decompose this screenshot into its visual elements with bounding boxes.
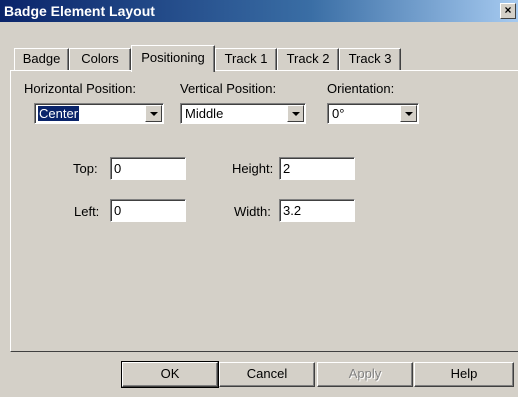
apply-button[interactable]: Apply [317,362,413,387]
vertical-position-value: Middle [185,106,224,121]
left-field[interactable]: 0 [110,199,186,222]
chevron-down-icon[interactable] [145,105,162,122]
tab-track-1[interactable]: Track 1 [215,48,277,70]
horizontal-position-select[interactable]: Center [34,103,164,124]
window-title: Badge Element Layout [4,3,155,19]
orientation-label: Orientation: [327,81,395,96]
width-label: Width: [234,204,271,219]
close-icon[interactable]: × [500,3,516,19]
cancel-button[interactable]: Cancel [219,362,315,387]
top-field[interactable]: 0 [110,157,186,180]
width-field[interactable]: 3.2 [279,199,355,222]
height-label: Height: [232,161,274,176]
vertical-position-label: Vertical Position: [180,81,277,96]
chevron-down-icon[interactable] [287,105,304,122]
horizontal-position-label: Horizontal Position: [24,81,136,96]
orientation-value: 0° [332,106,345,121]
help-button[interactable]: Help [414,362,514,387]
left-label: Left: [74,204,100,219]
ok-button[interactable]: OK [121,361,219,388]
title-bar: Badge Element Layout × [0,0,518,22]
orientation-select[interactable]: 0° [327,103,419,124]
chevron-down-icon[interactable] [400,105,417,122]
tab-colors[interactable]: Colors [69,48,131,70]
horizontal-position-value: Center [38,106,80,121]
tab-track-2[interactable]: Track 2 [277,48,339,70]
vertical-position-select[interactable]: Middle [180,103,306,124]
top-label: Top: [73,161,98,176]
tab-badge[interactable]: Badge [14,48,69,70]
tab-positioning[interactable]: Positioning [131,45,215,72]
height-field[interactable]: 2 [279,157,355,180]
tab-track-3[interactable]: Track 3 [339,48,401,70]
